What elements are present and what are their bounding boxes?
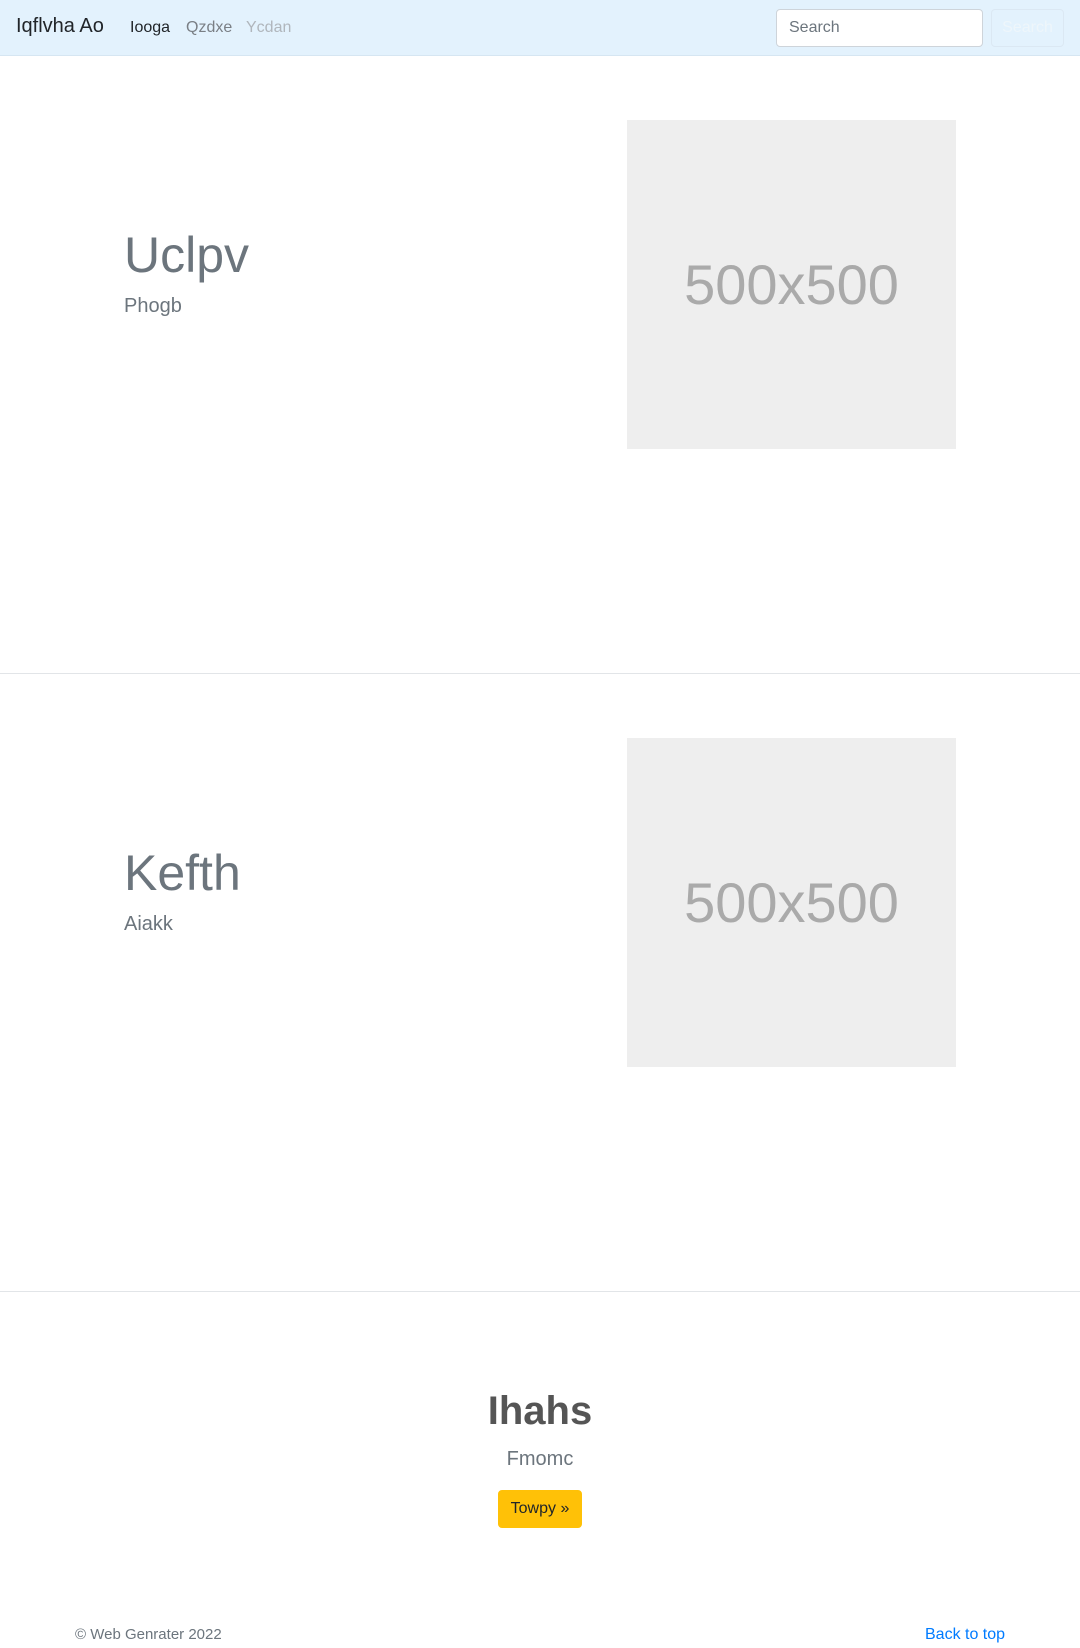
feature-heading: Kefth — [124, 845, 241, 901]
brand-logo[interactable]: Iqflvha Ao — [16, 15, 104, 38]
cta-button[interactable]: Towpy » — [498, 1490, 582, 1528]
search-input[interactable] — [776, 9, 983, 47]
feature-placeholder-image: 500x500 — [627, 738, 956, 1067]
feature-subheading: Phogb — [124, 295, 182, 317]
feature-placeholder-image: 500x500 — [627, 120, 956, 449]
feature-heading: Uclpv — [124, 227, 250, 283]
copyright-text: © Web Genrater 2022 — [75, 1626, 222, 1643]
search-button[interactable]: Search — [991, 9, 1064, 47]
nav-link-ycdan[interactable]: Ycdan — [246, 19, 291, 37]
feature-section-1: Uclpv Phogb 500x500 — [0, 56, 1080, 674]
feature-subheading: Aiakk — [124, 913, 173, 935]
nav-link-iooga[interactable]: Iooga — [130, 19, 170, 37]
feature-section-2: Kefth Aiakk 500x500 — [0, 674, 1080, 1292]
back-to-top-link[interactable]: Back to top — [925, 1626, 1005, 1644]
cta-title: Ihahs — [487, 1389, 593, 1433]
navbar: Iqflvha Ao Iooga Qzdxe Ycdan Search — [0, 0, 1080, 56]
cta-subtitle: Fmomc — [506, 1448, 574, 1470]
placeholder-image-label: 500x500 — [684, 253, 899, 316]
nav-link-qzdxe[interactable]: Qzdxe — [186, 19, 232, 37]
placeholder-image-label: 500x500 — [684, 871, 899, 934]
